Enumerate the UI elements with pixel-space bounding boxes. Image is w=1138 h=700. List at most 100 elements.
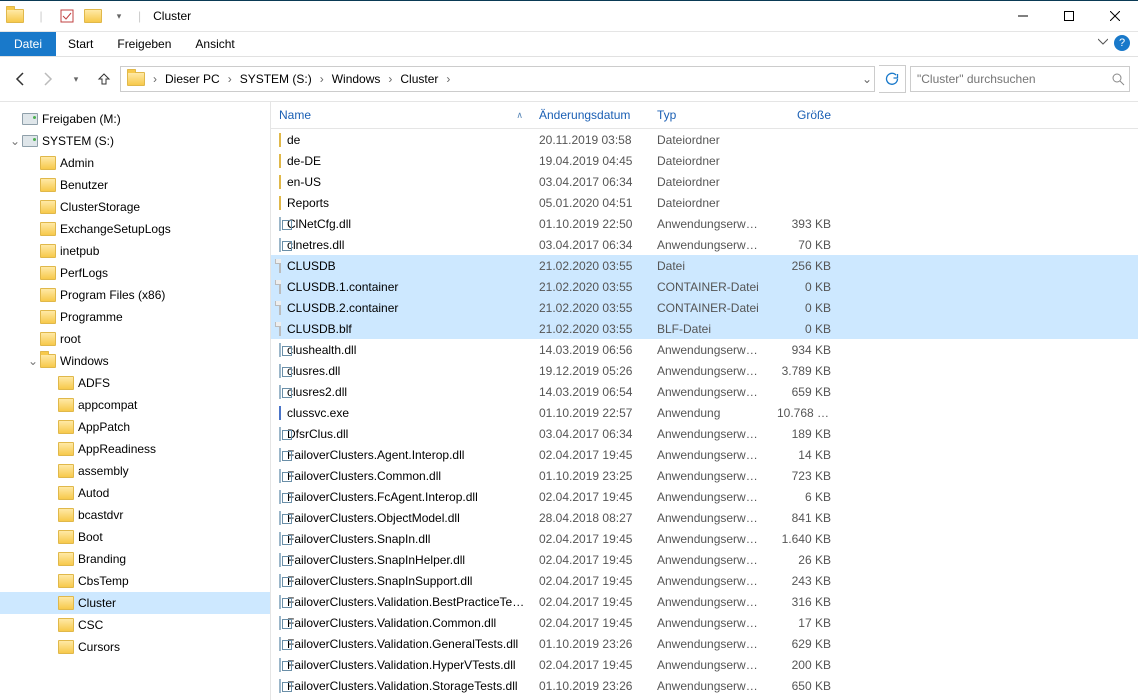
qat-dropdown-icon[interactable]: ▾ — [108, 5, 130, 27]
breadcrumb[interactable]: SYSTEM (S:) — [236, 68, 316, 90]
search-box[interactable] — [910, 66, 1130, 92]
search-icon[interactable] — [1111, 72, 1125, 86]
tree-node[interactable]: ›Branding — [0, 548, 270, 570]
tree-node[interactable]: ›AppReadiness — [0, 438, 270, 460]
table-row[interactable]: clushealth.dll14.03.2019 06:56Anwendungs… — [271, 339, 1138, 360]
column-type[interactable]: Typ — [649, 102, 769, 128]
tree-node[interactable]: ›assembly — [0, 460, 270, 482]
dll-icon — [279, 595, 281, 609]
breadcrumb-root-icon[interactable] — [123, 68, 149, 90]
file-rows[interactable]: de20.11.2019 03:58Dateiordnerde-DE19.04.… — [271, 129, 1138, 700]
table-row[interactable]: clussvc.exe01.10.2019 22:57Anwendung10.7… — [271, 402, 1138, 423]
tree-node[interactable]: ›inetpub — [0, 240, 270, 262]
table-row[interactable]: CLUSDB21.02.2020 03:55Datei256 KB — [271, 255, 1138, 276]
help-icon[interactable]: ? — [1114, 35, 1130, 51]
table-row[interactable]: FailoverClusters.SnapInHelper.dll02.04.2… — [271, 549, 1138, 570]
breadcrumb[interactable]: Windows — [328, 68, 385, 90]
column-date[interactable]: Änderungsdatum — [531, 102, 649, 128]
tree-node[interactable]: ›Freigaben (M:) — [0, 108, 270, 130]
table-row[interactable]: FailoverClusters.Agent.Interop.dll02.04.… — [271, 444, 1138, 465]
search-input[interactable] — [915, 71, 1111, 87]
tree-node[interactable]: ›Autod — [0, 482, 270, 504]
table-row[interactable]: FailoverClusters.Validation.BestPractice… — [271, 591, 1138, 612]
tree-node[interactable]: ›bcastdvr — [0, 504, 270, 526]
table-row[interactable]: en-US03.04.2017 06:34Dateiordner — [271, 171, 1138, 192]
tree-node[interactable]: ›ClusterStorage — [0, 196, 270, 218]
column-name[interactable]: Name∧ — [271, 102, 531, 128]
cell-size: 189 KB — [769, 427, 839, 441]
tab-view[interactable]: Ansicht — [183, 33, 246, 56]
tree-node[interactable]: ⌄SYSTEM (S:) — [0, 130, 270, 152]
tree-node[interactable]: ›Cursors — [0, 636, 270, 658]
tree-node[interactable]: ›Benutzer — [0, 174, 270, 196]
table-row[interactable]: de20.11.2019 03:58Dateiordner — [271, 129, 1138, 150]
address-bar[interactable]: › Dieser PC › SYSTEM (S:) › Windows › Cl… — [120, 66, 875, 92]
table-row[interactable]: CLUSDB.2.container21.02.2020 03:55CONTAI… — [271, 297, 1138, 318]
address-dropdown-icon[interactable]: ⌄ — [862, 72, 872, 86]
tree-node[interactable]: ›CSC — [0, 614, 270, 636]
file-name: CLUSDB.blf — [287, 322, 352, 336]
table-row[interactable]: CLUSDB.1.container21.02.2020 03:55CONTAI… — [271, 276, 1138, 297]
breadcrumb[interactable]: Dieser PC — [161, 68, 224, 90]
table-row[interactable]: FailoverClusters.Validation.HyperVTests.… — [271, 654, 1138, 675]
app-icon[interactable] — [4, 5, 26, 27]
cell-name: FailoverClusters.Validation.GeneralTests… — [271, 637, 531, 651]
tree-node[interactable]: ›Boot — [0, 526, 270, 548]
table-row[interactable]: CLUSDB.blf21.02.2020 03:55BLF-Datei0 KB — [271, 318, 1138, 339]
cell-type: Anwendungserwe… — [649, 217, 769, 231]
table-row[interactable]: clusres2.dll14.03.2019 06:54Anwendungser… — [271, 381, 1138, 402]
navigation-tree[interactable]: ›Freigaben (M:)⌄SYSTEM (S:)›Admin›Benutz… — [0, 102, 271, 700]
table-row[interactable]: de-DE19.04.2019 04:45Dateiordner — [271, 150, 1138, 171]
tree-node[interactable]: ›root — [0, 328, 270, 350]
tab-start[interactable]: Start — [56, 33, 105, 56]
maximize-button[interactable] — [1046, 1, 1092, 31]
qat-properties-icon[interactable] — [56, 5, 78, 27]
back-button[interactable] — [8, 67, 32, 91]
table-row[interactable]: FailoverClusters.Common.dll01.10.2019 23… — [271, 465, 1138, 486]
qat-new-folder-icon[interactable] — [82, 5, 104, 27]
table-row[interactable]: FailoverClusters.Validation.Common.dll02… — [271, 612, 1138, 633]
tree-node[interactable]: ›CbsTemp — [0, 570, 270, 592]
table-row[interactable]: clnetres.dll03.04.2017 06:34Anwendungser… — [271, 234, 1138, 255]
table-row[interactable]: FailoverClusters.ObjectModel.dll28.04.20… — [271, 507, 1138, 528]
close-button[interactable] — [1092, 1, 1138, 31]
expand-icon[interactable]: ⌄ — [26, 354, 40, 368]
tree-node[interactable]: ›Program Files (x86) — [0, 284, 270, 306]
minimize-button[interactable] — [1000, 1, 1046, 31]
breadcrumb[interactable]: Cluster — [396, 68, 442, 90]
tree-label: Programme — [60, 310, 123, 324]
tree-node[interactable]: ›appcompat — [0, 394, 270, 416]
chevron-right-icon[interactable]: › — [318, 72, 326, 86]
tree-node[interactable]: ›AppPatch — [0, 416, 270, 438]
tree-node[interactable]: ⌄Windows — [0, 350, 270, 372]
tree-node[interactable]: ›Programme — [0, 306, 270, 328]
table-row[interactable]: FailoverClusters.Validation.StorageTests… — [271, 675, 1138, 696]
dll-icon — [279, 469, 281, 483]
ribbon-expand-icon[interactable] — [1098, 36, 1108, 46]
recent-dropdown-icon[interactable]: ▾ — [64, 67, 88, 91]
tab-file[interactable]: Datei — [0, 32, 56, 56]
tree-node[interactable]: ›ExchangeSetupLogs — [0, 218, 270, 240]
tree-node[interactable]: ›Cluster — [0, 592, 270, 614]
chevron-right-icon[interactable]: › — [151, 72, 159, 86]
table-row[interactable]: FailoverClusters.Validation.GeneralTests… — [271, 633, 1138, 654]
table-row[interactable]: ClNetCfg.dll01.10.2019 22:50Anwendungser… — [271, 213, 1138, 234]
refresh-button[interactable] — [879, 65, 906, 93]
up-button[interactable] — [92, 67, 116, 91]
table-row[interactable]: FailoverClusters.FcAgent.Interop.dll02.0… — [271, 486, 1138, 507]
table-row[interactable]: DfsrClus.dll03.04.2017 06:34Anwendungser… — [271, 423, 1138, 444]
chevron-right-icon[interactable]: › — [444, 72, 452, 86]
tree-node[interactable]: ›PerfLogs — [0, 262, 270, 284]
table-row[interactable]: FailoverClusters.SnapIn.dll02.04.2017 19… — [271, 528, 1138, 549]
tab-share[interactable]: Freigeben — [105, 33, 183, 56]
table-row[interactable]: FailoverClusters.SnapInSupport.dll02.04.… — [271, 570, 1138, 591]
table-row[interactable]: Reports05.01.2020 04:51Dateiordner — [271, 192, 1138, 213]
chevron-right-icon[interactable]: › — [386, 72, 394, 86]
tree-node[interactable]: ›ADFS — [0, 372, 270, 394]
forward-button[interactable] — [36, 67, 60, 91]
expand-icon[interactable]: ⌄ — [8, 134, 22, 148]
column-size[interactable]: Größe — [769, 102, 839, 128]
tree-node[interactable]: ›Admin — [0, 152, 270, 174]
chevron-right-icon[interactable]: › — [226, 72, 234, 86]
table-row[interactable]: clusres.dll19.12.2019 05:26Anwendungserw… — [271, 360, 1138, 381]
